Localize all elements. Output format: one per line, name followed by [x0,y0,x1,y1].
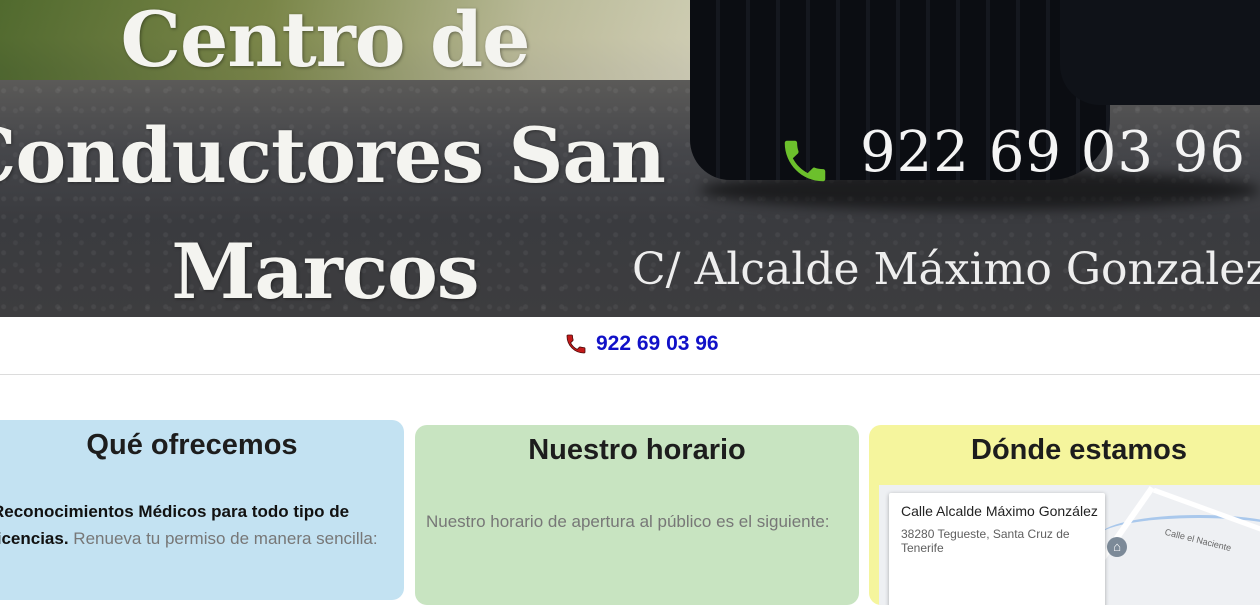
hero-title-line2: Conductores San [0,111,666,200]
location-card-title: Dónde estamos [971,434,1187,466]
map-place-address: 38280 Tegueste, Santa Cruz de Tenerife [901,527,1070,555]
hours-card-title: Nuestro horario [528,434,746,466]
car-body-image [1060,0,1260,105]
hours-card-text: Nuestro horario de apertura al público e… [426,512,830,531]
hero-address: C/ Alcalde Máximo Gonzalez [632,244,1260,295]
phone-icon [566,334,586,354]
hero-phone-number: 922 69 03 96 [860,120,1247,185]
location-card: Dónde estamos ⌂ Calle el Naciente Calle … [869,425,1260,605]
offer-card-plain-text: Renueva tu permiso de manera sencilla: [73,529,378,548]
map-poi-icon[interactable]: ⌂ [1107,537,1127,557]
hero-banner: Centro de Conductores San Marcos 922 69 … [0,0,1260,317]
hero-title: Centro de Conductores San Marcos [0,0,666,317]
offer-card: Qué ofrecemos Reconocimientos Médicos pa… [0,420,404,600]
map-info-card[interactable]: Calle Alcalde Máximo González 38280 Tegu… [889,493,1105,605]
hero-title-line3: Marcos [171,227,479,316]
phone-link-group: 922 69 03 96 [564,332,719,356]
phone-link[interactable]: 922 69 03 96 [596,332,719,356]
phone-bar: 922 69 03 96 [0,317,1260,375]
hero-title-line1: Centro de [120,0,531,84]
hours-card: Nuestro horario Nuestro horario de apert… [415,425,859,605]
embedded-map[interactable]: ⌂ Calle el Naciente Calle Alcalde Máximo… [879,485,1260,605]
phone-icon [784,140,826,182]
offer-card-title: Qué ofrecemos [86,429,298,461]
map-place-name: Calle Alcalde Máximo González [901,503,1098,519]
offer-card-text: Reconocimientos Médicos para todo tipo d… [0,498,392,552]
